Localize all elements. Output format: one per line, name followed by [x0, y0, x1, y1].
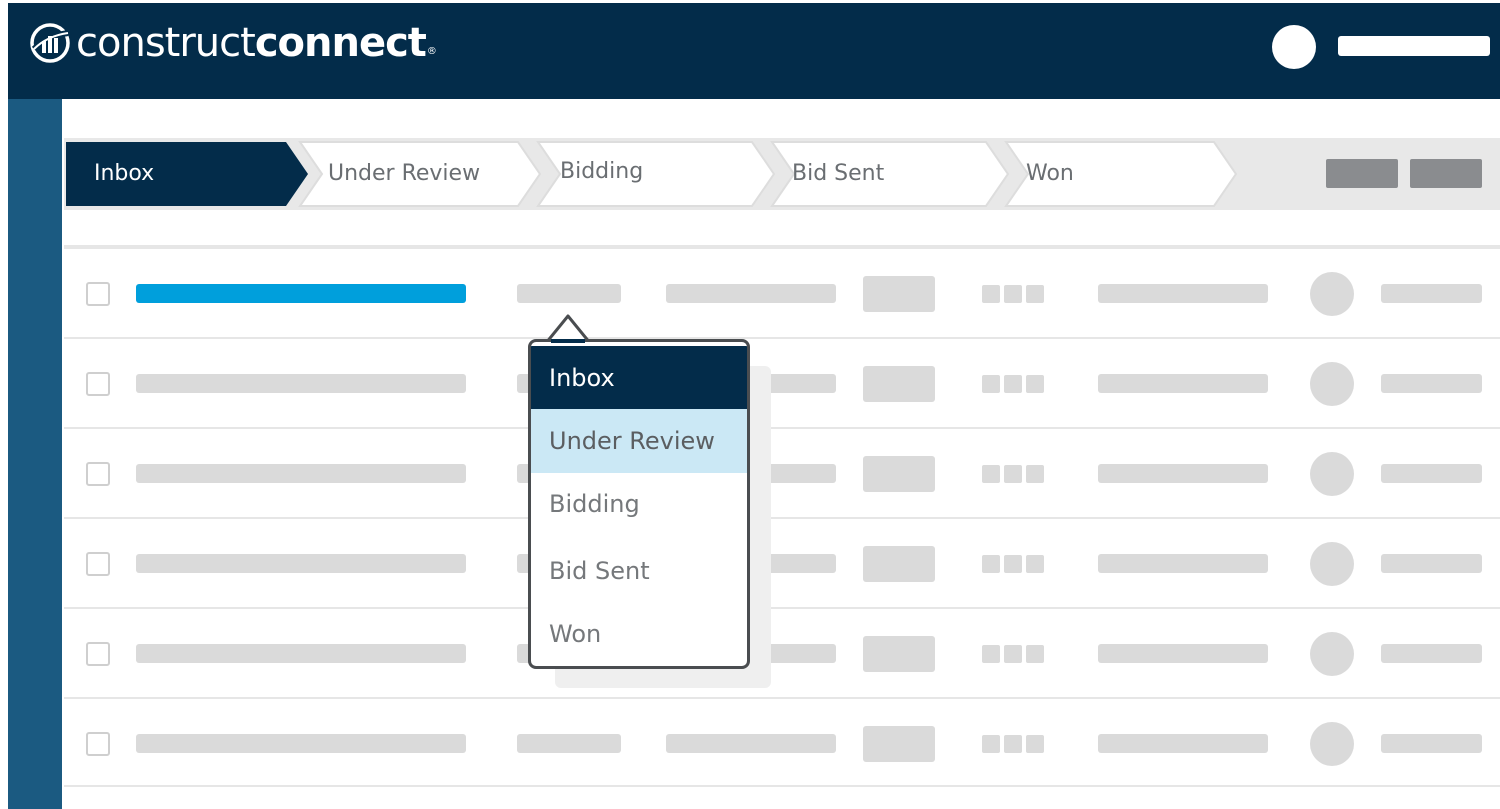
row-checkbox[interactable]	[86, 372, 110, 396]
left-sidebar	[8, 99, 62, 809]
status-option-won[interactable]: Won	[531, 602, 747, 666]
tag-indicator	[1004, 285, 1022, 303]
project-name[interactable]	[136, 554, 466, 573]
tag-indicator	[1026, 375, 1044, 393]
tag-indicator	[1004, 375, 1022, 393]
assignee-avatar[interactable]	[1310, 632, 1354, 676]
logo-icon	[30, 23, 70, 63]
value-cell	[863, 276, 935, 312]
assignee-avatar[interactable]	[1310, 542, 1354, 586]
pipeline-chevrons	[66, 141, 1238, 207]
assignee-name	[1381, 464, 1482, 483]
dropdown-pointer-joint	[551, 339, 585, 343]
location-cell	[666, 734, 836, 753]
table-row[interactable]	[64, 607, 1500, 697]
table-row[interactable]	[64, 337, 1500, 427]
assignee-name	[1381, 734, 1482, 753]
tag-indicator	[1026, 645, 1044, 663]
row-checkbox[interactable]	[86, 732, 110, 756]
project-name[interactable]	[136, 374, 466, 393]
location-cell	[666, 284, 836, 303]
row-checkbox[interactable]	[86, 642, 110, 666]
assignee-avatar[interactable]	[1310, 362, 1354, 406]
brand-name-light: construct	[76, 20, 256, 66]
table-row[interactable]	[64, 427, 1500, 517]
tag-indicator	[1004, 735, 1022, 753]
date-cell	[1098, 464, 1268, 483]
brand-name-bold: connect	[254, 20, 427, 66]
value-cell	[863, 456, 935, 492]
value-cell	[863, 366, 935, 402]
assignee-name	[1381, 374, 1482, 393]
tag-indicator	[982, 555, 1000, 573]
table-row[interactable]	[64, 697, 1500, 787]
status-option-under-review[interactable]: Under Review	[531, 409, 747, 473]
tag-indicator	[1004, 645, 1022, 663]
user-avatar[interactable]	[1272, 25, 1316, 69]
value-cell	[863, 546, 935, 582]
status-option-bid-sent[interactable]: Bid Sent	[531, 539, 747, 603]
app-header: constructconnect ®	[8, 3, 1500, 99]
tag-indicator	[982, 735, 1000, 753]
tab-won[interactable]: Won	[1026, 158, 1074, 190]
assignee-name	[1381, 554, 1482, 573]
row-checkbox[interactable]	[86, 462, 110, 486]
tab-inbox[interactable]: Inbox	[94, 158, 154, 190]
date-cell	[1098, 554, 1268, 573]
tag-indicator	[1004, 465, 1022, 483]
row-checkbox[interactable]	[86, 282, 110, 306]
status-option-inbox[interactable]: Inbox	[531, 346, 747, 410]
assignee-avatar[interactable]	[1310, 452, 1354, 496]
tag-indicator	[1026, 555, 1044, 573]
table-row[interactable]	[64, 517, 1500, 607]
trademark: ®	[426, 46, 437, 57]
tag-indicator	[982, 375, 1000, 393]
tab-under-review[interactable]: Under Review	[328, 158, 480, 190]
toolbar-button-1[interactable]	[1326, 159, 1398, 188]
brand-name: constructconnect	[76, 20, 427, 66]
value-cell	[863, 726, 935, 762]
date-cell	[1098, 374, 1268, 393]
tag-indicator	[1026, 735, 1044, 753]
project-name[interactable]	[136, 644, 466, 663]
brand-logo[interactable]: constructconnect ®	[28, 19, 437, 67]
tag-indicator	[982, 465, 1000, 483]
date-cell	[1098, 284, 1268, 303]
assignee-avatar[interactable]	[1310, 722, 1354, 766]
status-cell[interactable]	[517, 284, 621, 303]
tab-bidding[interactable]: Bidding	[560, 156, 643, 188]
assignee-name	[1381, 644, 1482, 663]
tag-indicator	[982, 645, 1000, 663]
assignee-name	[1381, 284, 1482, 303]
tag-indicator	[1026, 465, 1044, 483]
date-cell	[1098, 644, 1268, 663]
assignee-avatar[interactable]	[1310, 272, 1354, 316]
project-name[interactable]	[136, 734, 466, 753]
table-row[interactable]	[64, 247, 1500, 337]
user-name-placeholder[interactable]	[1338, 36, 1490, 56]
row-checkbox[interactable]	[86, 552, 110, 576]
project-name[interactable]	[136, 284, 466, 303]
date-cell	[1098, 734, 1268, 753]
status-option-bidding[interactable]: Bidding	[531, 472, 747, 536]
value-cell	[863, 636, 935, 672]
tag-indicator	[1004, 555, 1022, 573]
status-menu: Inbox Under Review Bidding Bid Sent Won	[528, 339, 750, 669]
status-cell[interactable]	[517, 734, 621, 753]
tag-indicator	[1026, 285, 1044, 303]
pipeline-tabs	[64, 138, 1500, 210]
project-name[interactable]	[136, 464, 466, 483]
toolbar-button-2[interactable]	[1410, 159, 1482, 188]
tag-indicator	[982, 285, 1000, 303]
tab-bid-sent[interactable]: Bid Sent	[792, 158, 884, 190]
